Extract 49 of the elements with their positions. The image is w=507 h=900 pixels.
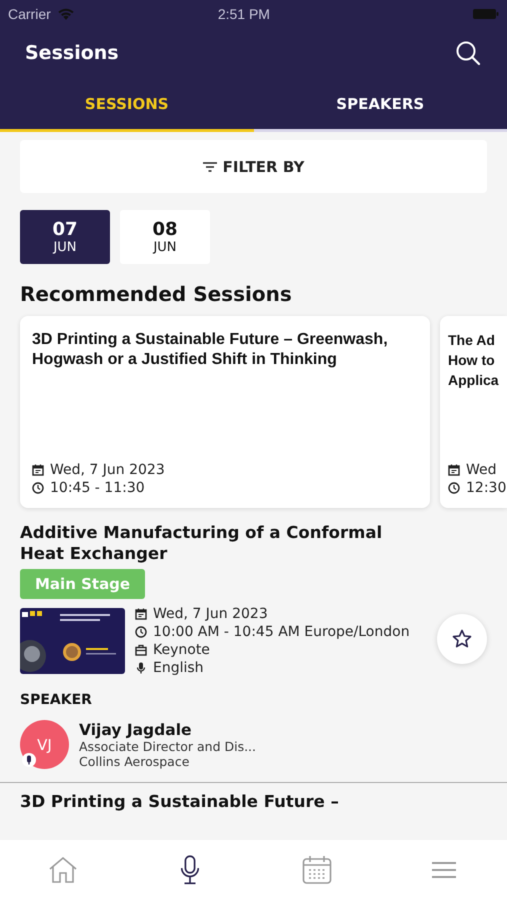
session-title[interactable]: Additive Manufacturing of a Conformal Heat Exchanger bbox=[20, 522, 400, 564]
speaker-name: Vijay Jagdale bbox=[79, 720, 192, 738]
favorite-button[interactable] bbox=[437, 614, 487, 664]
session-title[interactable]: 3D Printing a Sustainable Future – bbox=[20, 791, 400, 812]
home-icon bbox=[48, 856, 78, 884]
battery-icon bbox=[473, 8, 499, 20]
session-time: 10:45 - 11:30 bbox=[50, 480, 145, 496]
calendar-icon bbox=[32, 464, 44, 476]
session-time: 12:30 bbox=[466, 480, 506, 496]
session-card[interactable]: 3D Printing a Sustainable Future – Greenwash, Hogwash or a Justified Shift in Thinking Wed, 7 Jun 2023 10:45 - 11:30 bbox=[20, 316, 430, 508]
clock-icon bbox=[32, 482, 44, 494]
status-time: 2:51 PM bbox=[216, 6, 271, 22]
clock-icon bbox=[448, 482, 460, 494]
wifi-icon bbox=[56, 8, 75, 20]
speaker-heading: SPEAKER bbox=[20, 692, 93, 708]
page-title: Sessions bbox=[25, 42, 119, 64]
speaker-company: Collins Aerospace bbox=[79, 754, 190, 768]
section-heading: Recommended Sessions bbox=[20, 282, 293, 306]
session-date: Wed, 7 Jun 2023 bbox=[153, 606, 268, 622]
date-chip[interactable]: 08 JUN bbox=[120, 210, 210, 264]
microphone-icon bbox=[22, 753, 36, 767]
filter-icon bbox=[202, 162, 217, 172]
session-title: How to bbox=[448, 351, 495, 370]
search-icon[interactable] bbox=[455, 40, 481, 66]
star-icon bbox=[452, 629, 472, 649]
calendar-icon bbox=[448, 464, 460, 476]
speaker-role: Associate Director and Dis... bbox=[79, 738, 256, 754]
session-date: Wed, 7 Jun 2023 bbox=[50, 462, 165, 478]
session-title: Applica bbox=[448, 371, 499, 390]
calendar-icon bbox=[302, 855, 332, 885]
carrier-name: Carrier bbox=[8, 6, 51, 22]
microphone-icon bbox=[135, 662, 147, 674]
session-title: The Ad bbox=[448, 331, 495, 350]
briefcase-icon bbox=[135, 644, 147, 656]
session-language: English bbox=[153, 660, 204, 676]
tab[interactable]: SPEAKERS bbox=[254, 78, 507, 132]
calendar-icon bbox=[135, 608, 147, 620]
date-chip[interactable]: 07 JUN bbox=[20, 210, 110, 264]
session-type: Keynote bbox=[153, 642, 210, 658]
session-date: Wed bbox=[466, 462, 497, 478]
session-card[interactable]: The Ad How to Applica Wed 12:30 bbox=[440, 316, 507, 508]
tab[interactable]: SESSIONS bbox=[0, 78, 254, 132]
clock-icon bbox=[135, 626, 147, 638]
session-title: 3D Printing a Sustainable Future – Greenwash, Hogwash or a Justified Shift in Thinking bbox=[32, 330, 389, 370]
menu-icon bbox=[430, 860, 457, 880]
microphone-icon bbox=[179, 855, 202, 885]
filter-button[interactable]: FILTER BY bbox=[20, 140, 487, 193]
stage-tag: Main Stage bbox=[20, 569, 146, 599]
session-time: 10:00 AM - 10:45 AM Europe/London bbox=[153, 624, 410, 640]
